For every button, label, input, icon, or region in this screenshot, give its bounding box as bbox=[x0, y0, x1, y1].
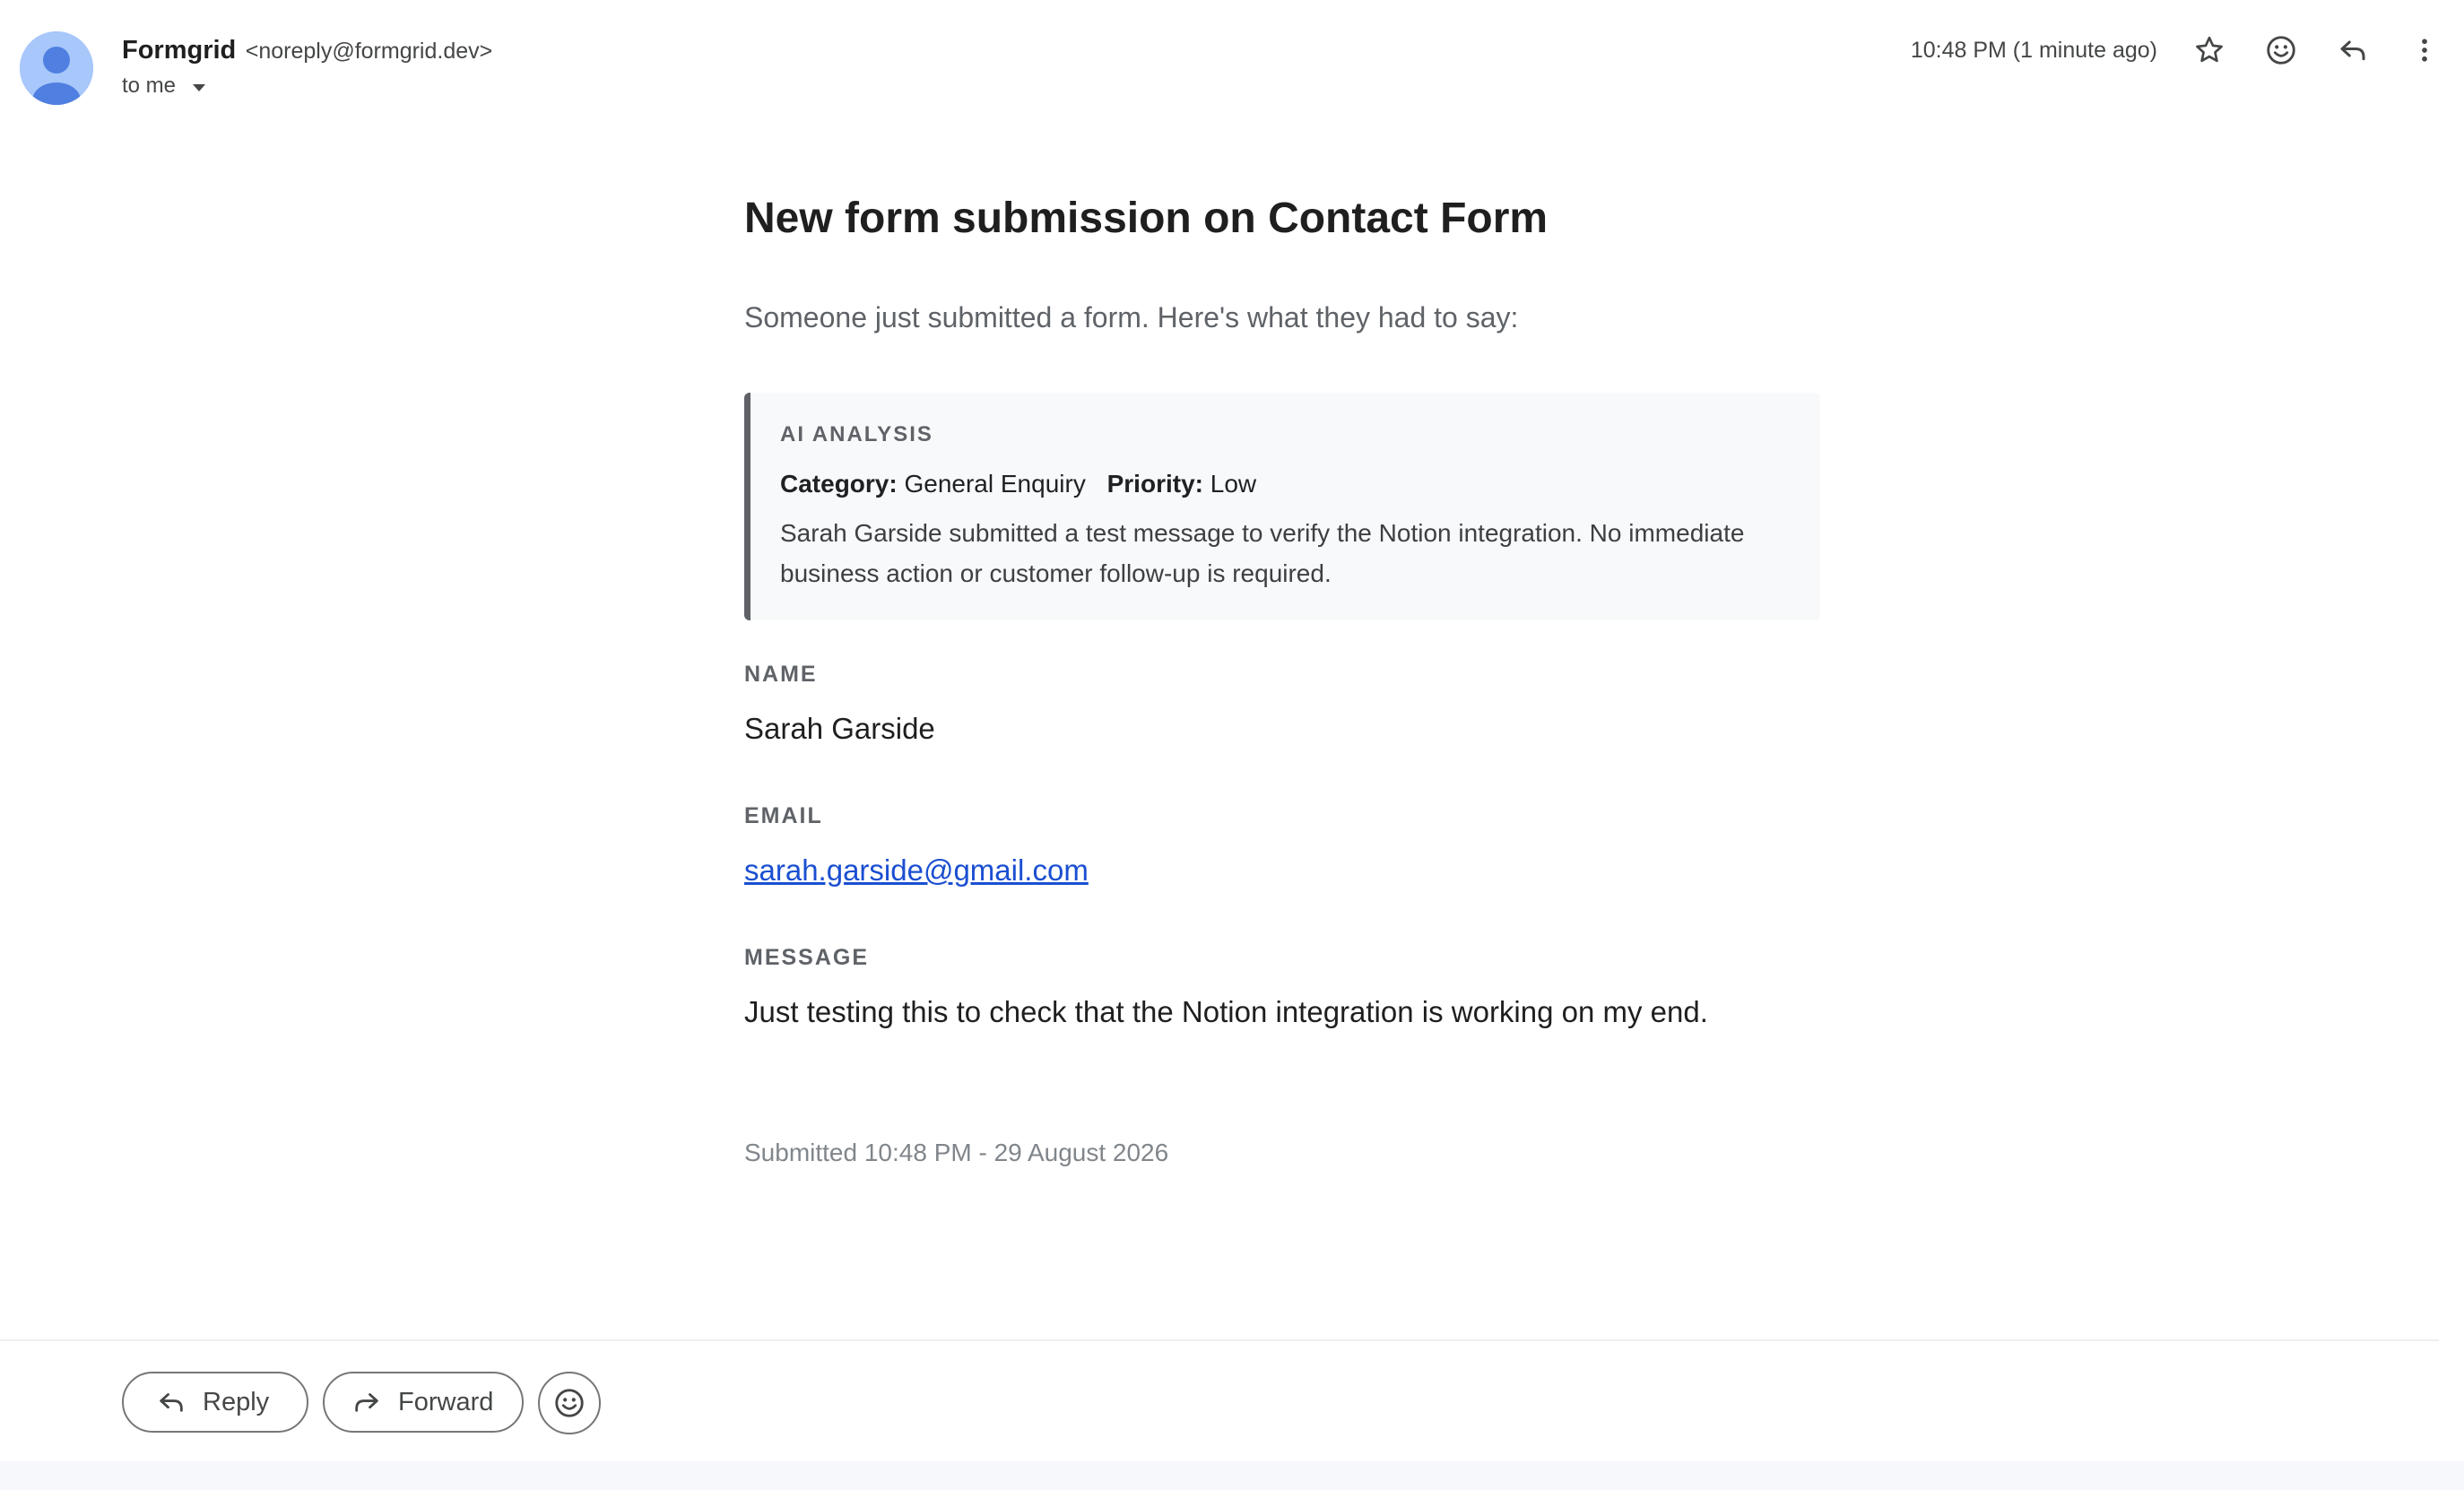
forward-button-label: Forward bbox=[398, 1387, 494, 1416]
star-icon[interactable] bbox=[2188, 29, 2231, 72]
reply-button-label: Reply bbox=[203, 1387, 270, 1416]
emoji-icon bbox=[553, 1387, 586, 1419]
reply-button[interactable]: Reply bbox=[122, 1372, 308, 1433]
footer-divider bbox=[0, 1339, 2439, 1341]
field-message: MESSAGE Just testing this to check that … bbox=[744, 941, 1820, 1035]
recipient-details-toggle[interactable]: to me bbox=[122, 70, 207, 103]
field-label: NAME bbox=[744, 662, 818, 687]
category-label: Category: bbox=[780, 470, 898, 498]
ai-analysis-meta: Category: General Enquiry Priority: Low bbox=[780, 466, 1788, 502]
field-email: EMAIL sarah.garside@gmail.com bbox=[744, 800, 1820, 893]
recipient-label: to me bbox=[122, 74, 177, 98]
more-vertical-icon[interactable] bbox=[2403, 29, 2446, 72]
category-value: General Enquiry bbox=[904, 470, 1086, 498]
priority-label: Priority: bbox=[1106, 470, 1203, 498]
email-link[interactable]: sarah.garside@gmail.com bbox=[744, 853, 1089, 887]
emoji-icon[interactable] bbox=[2260, 29, 2303, 72]
field-label: MESSAGE bbox=[744, 945, 870, 970]
email-timestamp: 10:48 PM (1 minute ago) bbox=[1910, 38, 2157, 63]
ai-analysis-heading: AI ANALYSIS bbox=[780, 422, 933, 446]
avatar-icon[interactable] bbox=[20, 31, 93, 105]
footer-background bbox=[0, 1461, 2464, 1490]
field-value: Sarah Garside bbox=[744, 712, 935, 745]
forward-icon bbox=[351, 1387, 382, 1417]
email-body: New form submission on Contact Form Some… bbox=[744, 179, 1820, 1171]
forward-button[interactable]: Forward bbox=[323, 1372, 524, 1433]
emoji-reaction-button[interactable] bbox=[538, 1372, 601, 1434]
submitted-timestamp: Submitted 10:48 PM - 29 August 2026 bbox=[744, 1139, 1169, 1166]
caret-down-icon bbox=[191, 71, 207, 103]
sender-email: <noreply@formgrid.dev> bbox=[245, 39, 493, 64]
field-name: NAME Sarah Garside bbox=[744, 658, 1820, 751]
email-intro: Someone just submitted a form. Here's wh… bbox=[744, 301, 1519, 334]
ai-analysis-box: AI ANALYSIS Category: General Enquiry Pr… bbox=[744, 393, 1820, 620]
reply-icon[interactable] bbox=[2331, 29, 2374, 72]
ai-analysis-summary: Sarah Garside submitted a test message t… bbox=[780, 519, 1745, 587]
reply-icon bbox=[156, 1387, 187, 1417]
field-value: Just testing this to check that the Noti… bbox=[744, 995, 1708, 1028]
email-view: Formgrid <noreply@formgrid.dev> to me 10… bbox=[0, 0, 2464, 1490]
sender-name[interactable]: Formgrid bbox=[122, 36, 236, 65]
email-title: New form submission on Contact Form bbox=[744, 195, 1549, 242]
priority-value: Low bbox=[1210, 470, 1257, 498]
sender-line: Formgrid <noreply@formgrid.dev> bbox=[122, 32, 492, 73]
field-label: EMAIL bbox=[744, 803, 823, 828]
